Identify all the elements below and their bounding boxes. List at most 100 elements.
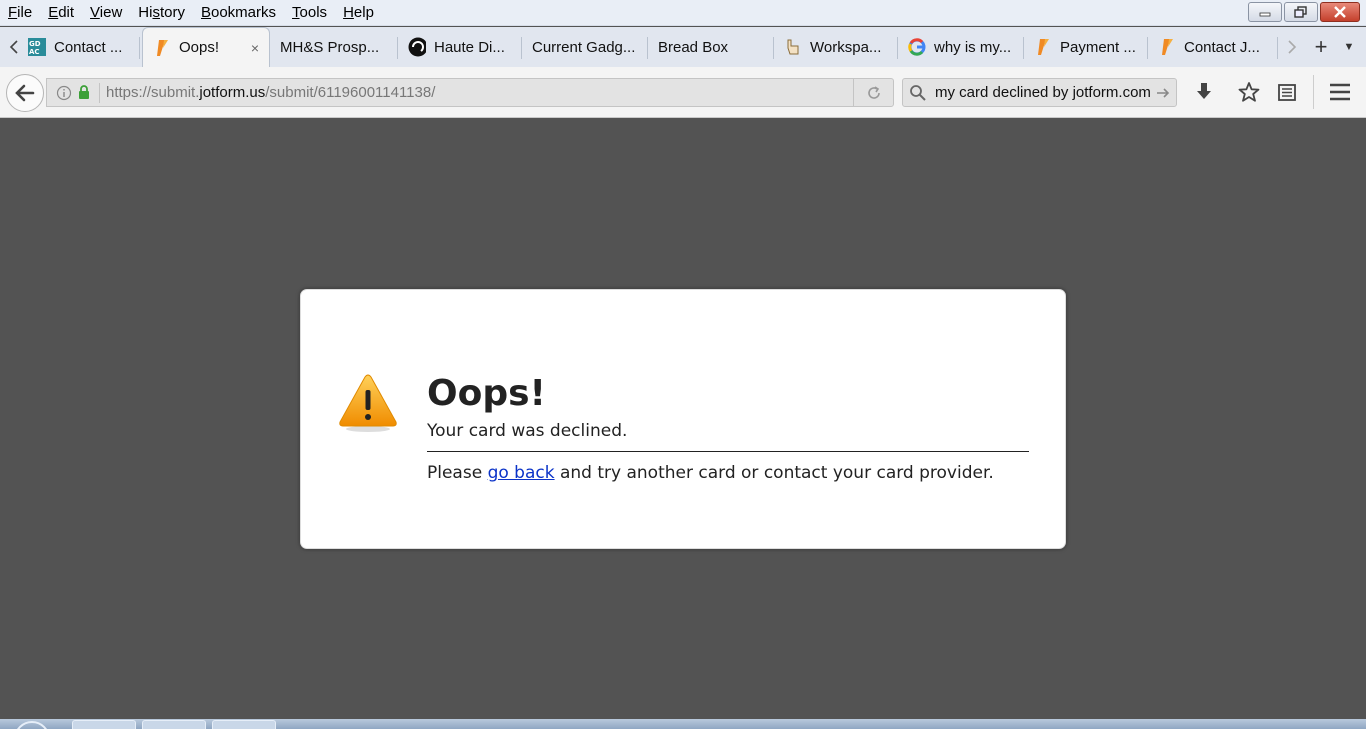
error-instructions: Please go back and try another card or c…: [427, 462, 1029, 484]
info-icon[interactable]: [53, 85, 75, 101]
back-button[interactable]: [6, 74, 44, 112]
tab-current-gadg[interactable]: Current Gadg...: [522, 27, 648, 67]
tab-contact-j[interactable]: Contact J...: [1148, 27, 1278, 67]
download-button[interactable]: [1191, 79, 1217, 105]
tab-list-button[interactable]: ▼: [1336, 27, 1362, 67]
tab-title: Bread Box: [658, 38, 729, 56]
nav-bar: https://submit.jotform.us/submit/6119600…: [0, 67, 1366, 118]
tab-title: why is my...: [934, 38, 1012, 56]
tab-scroll-left[interactable]: [0, 27, 28, 67]
jotform-icon: [1034, 38, 1052, 56]
chevron-right-icon: [1288, 40, 1297, 54]
menu-accelerator: E: [48, 4, 59, 21]
tab-title: Workspa...: [810, 38, 882, 56]
hamburger-menu-icon: [1330, 83, 1350, 101]
bookmark-star-button[interactable]: [1236, 79, 1262, 105]
back-arrow-icon: [15, 84, 35, 102]
workspace-icon: [784, 38, 802, 56]
go-back-link[interactable]: go back: [488, 463, 555, 483]
taskbar: [0, 719, 1366, 729]
page-content: Oops! Your card was declined. Please go …: [0, 118, 1366, 719]
url-scheme: https://submit.: [106, 84, 200, 101]
tab-title: Payment ...: [1060, 38, 1136, 56]
restore-button[interactable]: [1284, 2, 1318, 22]
clipboard-list-icon: [1278, 84, 1296, 101]
tab-title: Contact J...: [1184, 38, 1260, 56]
tab-title: Oops!: [179, 39, 220, 56]
tab-bread-box[interactable]: Bread Box: [648, 27, 774, 67]
reload-button[interactable]: [853, 79, 893, 106]
reader-list-button[interactable]: [1274, 79, 1300, 105]
window-controls: [1248, 2, 1360, 22]
instructions-text-after: and try another card or contact your car…: [554, 463, 994, 483]
menu-accelerator: B: [200, 4, 211, 21]
search-go-arrow-icon[interactable]: [1156, 87, 1170, 99]
tab-strip: GD AC Contact ... Oops! × MH&S Prosp... H…: [0, 27, 1366, 67]
search-input[interactable]: my card declined by jotform.com: [935, 84, 1156, 101]
search-bar[interactable]: my card declined by jotform.com: [902, 78, 1177, 107]
taskbar-button-explorer[interactable]: [142, 720, 206, 729]
instructions-text-before: Please: [427, 463, 488, 483]
menu-file[interactable]: File: [0, 4, 40, 21]
menu-button[interactable]: [1327, 79, 1353, 105]
tab-title: Contact ...: [54, 38, 123, 56]
tab-title: Current Gadg...: [532, 38, 636, 56]
tab-title: Haute Di...: [434, 38, 505, 56]
divider: [427, 451, 1029, 452]
close-window-button[interactable]: [1320, 2, 1360, 22]
reload-icon: [867, 85, 880, 99]
tab-contact[interactable]: GD AC Contact ...: [28, 27, 140, 67]
gdac-icon: GD AC: [28, 38, 46, 56]
close-tab-icon[interactable]: ×: [251, 40, 259, 56]
tab-mhs[interactable]: MH&S Prosp...: [272, 27, 398, 67]
restore-icon: [1294, 6, 1307, 18]
menu-accelerator: V: [90, 4, 100, 21]
jotform-icon: [153, 39, 171, 57]
menu-bar: File Edit View History Bookmarks Tools H…: [0, 0, 1366, 26]
svg-text:AC: AC: [29, 48, 40, 56]
menu-view[interactable]: View: [82, 4, 130, 21]
taskbar-button-ie[interactable]: [72, 720, 136, 729]
close-icon: [1334, 6, 1346, 18]
url-path: /submit/61196001141138/: [265, 84, 436, 101]
taskbar-button-folder[interactable]: [212, 720, 276, 729]
menu-help[interactable]: Help: [335, 4, 382, 21]
tab-scroll-right[interactable]: [1278, 27, 1306, 67]
search-icon: [910, 84, 926, 101]
tab-why-is-my[interactable]: why is my...: [898, 27, 1024, 67]
tab-workspace[interactable]: Workspa...: [774, 27, 898, 67]
star-icon: [1238, 82, 1260, 102]
menu-history[interactable]: History: [130, 4, 193, 21]
url-bar[interactable]: https://submit.jotform.us/submit/6119600…: [46, 78, 894, 107]
chevron-left-icon: [9, 40, 18, 54]
menu-accelerator: s: [152, 4, 160, 21]
tab-haute[interactable]: Haute Di...: [398, 27, 522, 67]
error-subtitle: Your card was declined.: [427, 421, 628, 441]
tab-payment[interactable]: Payment ...: [1024, 27, 1148, 67]
haute-icon: [408, 37, 426, 57]
menu-accelerator: F: [8, 4, 18, 21]
warning-icon: [337, 374, 399, 434]
toolbar-divider: [1313, 75, 1314, 109]
lock-icon[interactable]: [75, 85, 93, 100]
jotform-icon: [1158, 38, 1176, 56]
start-button[interactable]: [14, 721, 50, 729]
url-host: jotform.us: [199, 84, 266, 101]
error-message: Oops! Your card was declined. Please go …: [427, 372, 1029, 484]
minimize-button[interactable]: [1248, 2, 1282, 22]
tab-title: MH&S Prosp...: [280, 38, 380, 56]
url-text[interactable]: https://submit.jotform.us/submit/6119600…: [106, 84, 435, 101]
new-tab-button[interactable]: +: [1306, 27, 1336, 67]
menu-edit[interactable]: Edit: [40, 4, 82, 21]
menu-accelerator: H: [343, 4, 354, 21]
url-separator: [99, 82, 100, 103]
svg-text:GD: GD: [29, 40, 41, 48]
menu-bookmarks[interactable]: Bookmarks: [193, 4, 284, 21]
menu-accelerator: T: [292, 4, 300, 21]
error-dialog: Oops! Your card was declined. Please go …: [300, 289, 1066, 549]
error-title: Oops!: [427, 373, 546, 414]
minimize-icon: [1259, 12, 1271, 17]
menu-tools[interactable]: Tools: [284, 4, 335, 21]
tab-oops[interactable]: Oops! ×: [142, 27, 270, 67]
download-icon: [1197, 83, 1211, 99]
